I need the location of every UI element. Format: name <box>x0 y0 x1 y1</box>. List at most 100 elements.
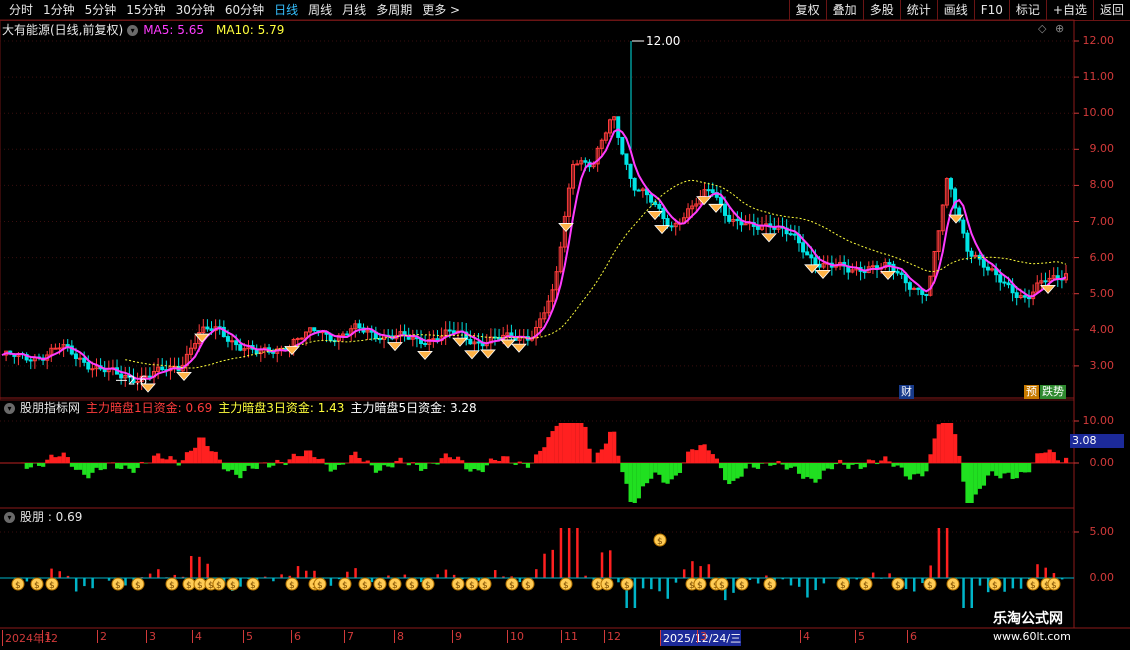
gupeng-bar <box>535 569 538 578</box>
candle-body <box>431 338 436 341</box>
fund-bar <box>250 463 255 469</box>
candle-body <box>792 233 797 236</box>
fund-bar <box>406 463 411 466</box>
fund-bar <box>998 463 1003 479</box>
candle-body <box>632 177 637 191</box>
fund-bar <box>172 459 177 463</box>
candle-body <box>295 338 300 341</box>
settings-circle-icon[interactable]: ▾ <box>127 24 139 36</box>
fund-bar <box>953 434 958 463</box>
fund-bar <box>308 450 313 463</box>
candle-body <box>616 116 621 138</box>
gupeng-bar <box>329 578 333 586</box>
fund-bar <box>188 450 194 463</box>
fund-bar <box>883 456 888 463</box>
fund-bar <box>340 463 346 465</box>
fund-bar <box>620 463 625 473</box>
fund-bar <box>932 438 937 463</box>
fund-bar <box>373 463 379 473</box>
money-bag-glyph: $ <box>895 581 901 591</box>
bottom-settings-icon[interactable]: ▾ <box>4 511 15 523</box>
trend-badge[interactable]: 跌势 <box>1040 385 1066 399</box>
money-bag-glyph: $ <box>509 581 515 591</box>
fund-bar <box>505 456 510 463</box>
fund-bar <box>349 455 354 463</box>
money-bag-glyph: $ <box>719 581 725 591</box>
candle-body <box>1043 280 1048 283</box>
fund-bar <box>94 463 99 468</box>
forecast-badge[interactable]: 预 <box>1024 385 1039 399</box>
fund-bar <box>312 457 317 463</box>
candle-body <box>624 153 629 165</box>
fund-bar <box>1043 452 1048 463</box>
stock-chart[interactable]: 12.002.6$ $ $ $ $ $ $ $ $ $ $ $ $ $ $ $ $ $ $ $ $ $ $ $ $ $ $ $ $$$ $… <box>0 0 1130 650</box>
fund-bar <box>139 461 144 463</box>
money-bag-glyph: $ <box>289 581 295 591</box>
money-bag-glyph: $ <box>482 581 488 591</box>
gupeng-bar <box>1019 578 1023 589</box>
fund-bar <box>858 463 863 469</box>
fund-bar <box>920 463 925 477</box>
diamond-signal-icon <box>464 350 480 360</box>
gupeng-bar <box>650 578 653 590</box>
fund-bar <box>451 459 457 463</box>
money-bag-glyph: $ <box>469 581 475 591</box>
fund-bar <box>587 448 592 463</box>
diamond-signal-icon <box>880 270 896 280</box>
candle-body <box>357 323 362 329</box>
fund-bar <box>513 463 518 465</box>
x-label: 4 <box>800 630 810 643</box>
fund-bar <box>90 463 95 473</box>
money-bag-glyph: $ <box>1051 581 1057 591</box>
gupeng-bar <box>699 566 702 578</box>
gupeng-bar <box>921 578 924 584</box>
fund-bar <box>558 423 563 463</box>
candle-body <box>813 257 818 265</box>
fund-bar <box>542 447 547 463</box>
candle-body <box>973 254 978 257</box>
fund-bar <box>262 462 268 463</box>
money-bag-glyph: $ <box>342 581 348 591</box>
candle-body <box>657 203 662 209</box>
main-panel-header: 大有能源(日线,前复权) ▾ MA5: 5.65 MA10: 5.79 <box>0 21 284 39</box>
ma10-line <box>125 179 1067 369</box>
x-label: 10 <box>507 630 524 643</box>
fund-bar <box>283 463 288 466</box>
gupeng-bar <box>945 528 949 578</box>
fund-bar <box>944 423 950 463</box>
gupeng-bar <box>633 578 637 608</box>
gupeng-bar <box>1003 578 1006 592</box>
gupeng-bar <box>436 574 439 578</box>
fund-bar <box>254 463 259 469</box>
fund-bar <box>102 463 107 470</box>
fund-bar <box>464 463 469 470</box>
fund-bar <box>98 463 103 471</box>
fund-bar <box>957 455 962 463</box>
gupeng-bar <box>691 561 694 578</box>
candle-body <box>1027 296 1032 300</box>
fund-bar <box>184 452 190 463</box>
fund-bar <box>267 463 272 468</box>
fund-bar <box>825 463 830 469</box>
candle-body <box>423 343 428 346</box>
fund-bar <box>497 460 502 463</box>
indicator-settings-icon[interactable]: ▾ <box>4 402 15 414</box>
fund-bar <box>246 463 251 466</box>
watermark-url: www.60lt.com <box>993 630 1071 643</box>
fund-bar <box>727 463 732 485</box>
fund-bar <box>772 463 777 465</box>
fund-bar <box>197 437 202 463</box>
diamond-icon[interactable]: ◇ <box>1038 22 1046 35</box>
fund-bar <box>940 423 945 463</box>
gupeng-bar <box>797 578 801 587</box>
fund-bar <box>714 458 720 463</box>
money-bag-glyph: $ <box>216 581 222 591</box>
fund-bar <box>924 463 929 472</box>
fund-bar <box>566 423 572 463</box>
expand-icon[interactable]: ⊕ <box>1055 22 1064 35</box>
fund-bar <box>135 463 140 468</box>
fund-bar <box>1002 463 1007 474</box>
finance-badge[interactable]: 财 <box>899 385 914 399</box>
fund-bar <box>119 463 124 470</box>
fund-bar <box>168 456 173 463</box>
